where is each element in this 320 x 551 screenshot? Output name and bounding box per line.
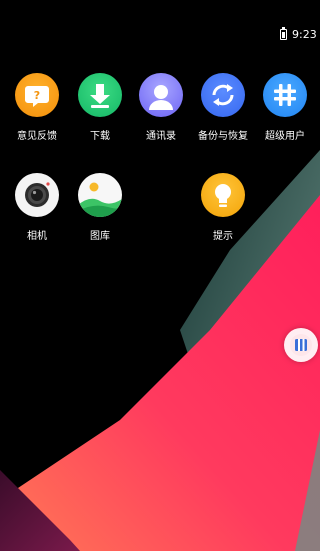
contacts-icon xyxy=(139,73,183,117)
svg-text:?: ? xyxy=(34,89,40,102)
gallery-icon xyxy=(78,173,122,217)
app-label: 通讯录 xyxy=(146,131,176,142)
battery-icon xyxy=(280,27,287,40)
assistive-ball-icon xyxy=(290,334,312,356)
app-backup-restore[interactable]: 备份与恢复 xyxy=(193,73,253,142)
app-label: 超级用户 xyxy=(265,131,305,142)
camera-icon xyxy=(15,173,59,217)
status-time: 9:23 xyxy=(292,28,317,41)
superuser-icon xyxy=(263,73,307,117)
app-label: 下载 xyxy=(90,131,110,142)
app-contacts[interactable]: 通讯录 xyxy=(131,73,191,142)
app-label: 意见反馈 xyxy=(17,131,57,142)
app-label: 提示 xyxy=(213,231,233,242)
floating-assistive-ball[interactable] xyxy=(284,328,318,362)
tips-icon xyxy=(201,173,245,217)
app-gallery[interactable]: 图库 xyxy=(70,173,130,242)
app-feedback[interactable]: ? 意见反馈 xyxy=(7,73,67,142)
app-download[interactable]: 下载 xyxy=(70,73,130,142)
app-camera[interactable]: 相机 xyxy=(7,173,67,242)
app-tips[interactable]: 提示 xyxy=(193,173,253,242)
app-superuser[interactable]: 超级用户 xyxy=(255,73,315,142)
backup-restore-icon xyxy=(201,73,245,117)
download-icon xyxy=(78,73,122,117)
status-bar: 9:23 xyxy=(0,0,320,41)
app-label: 图库 xyxy=(90,231,110,242)
app-label: 相机 xyxy=(27,231,47,242)
feedback-icon: ? xyxy=(15,73,59,117)
app-label: 备份与恢复 xyxy=(198,131,248,142)
